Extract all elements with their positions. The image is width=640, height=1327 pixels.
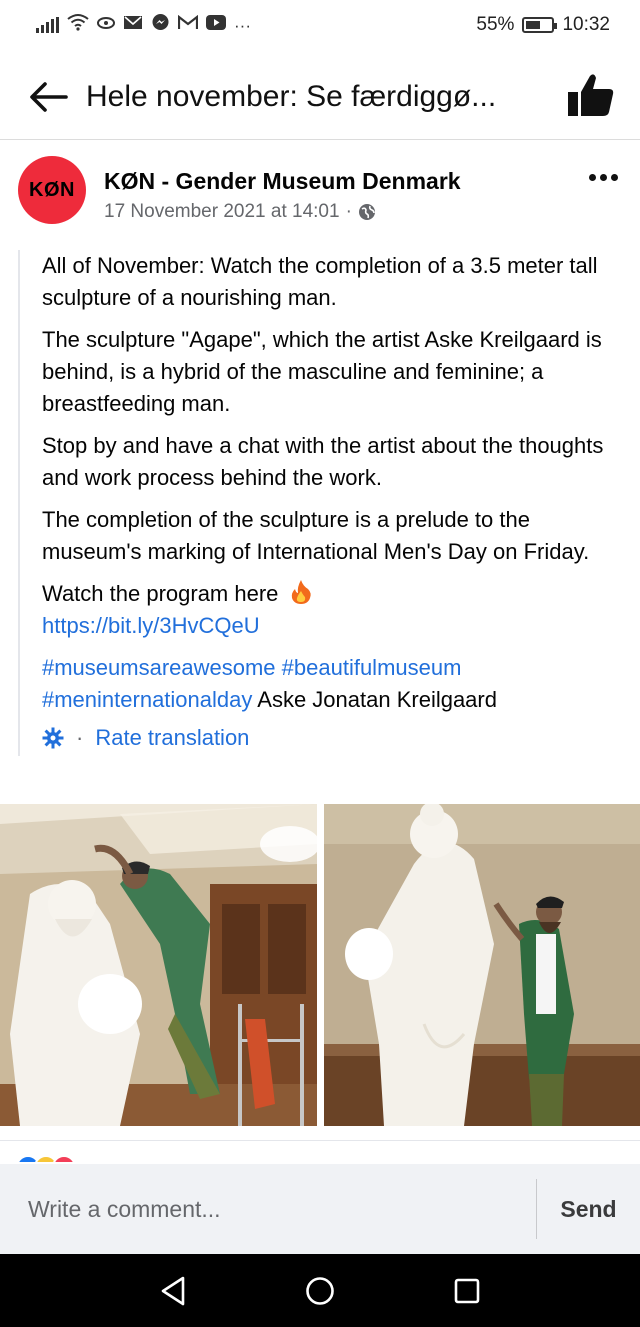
- battery-icon: [522, 17, 558, 33]
- arrow-left-icon: [30, 81, 68, 112]
- signal-icon: [36, 17, 59, 33]
- tagged-person-link[interactable]: Aske Jonatan Kreilgaard: [257, 687, 497, 712]
- back-button[interactable]: [18, 67, 78, 127]
- wifi-icon: [67, 13, 89, 37]
- hashtag-links[interactable]: #museumsareawesome #beautifulmuseum: [42, 655, 461, 680]
- hotspot-icon: [97, 14, 115, 36]
- gmail-icon: [177, 14, 199, 36]
- page-title: Hele november: Se færdiggø...: [86, 79, 497, 113]
- mail-icon: [123, 14, 143, 36]
- post-header: KØN KØN - Gender Museum Denmark 17 Novem…: [18, 156, 622, 226]
- battery-percent: 55%: [476, 14, 515, 35]
- hashtags-block: #museumsareawesome #beautifulmuseum #men…: [42, 652, 626, 716]
- rate-translation-row: · Rate translation: [42, 720, 626, 756]
- nav-home-button[interactable]: [295, 1266, 345, 1316]
- battery-fill: [526, 21, 540, 29]
- program-text: Watch the program here: [42, 581, 279, 606]
- hashtag-link[interactable]: #meninternationalday: [42, 687, 252, 712]
- comment-composer: Send: [0, 1164, 640, 1254]
- reaction-icons: [16, 1155, 76, 1162]
- post-paragraph: Stop by and have a chat with the artist …: [42, 433, 604, 490]
- gear-icon[interactable]: [42, 727, 64, 749]
- system-navbar: [0, 1254, 640, 1327]
- more-dot-icon: [600, 174, 607, 181]
- status-right: 55% 10:32: [476, 14, 610, 36]
- more-options-button[interactable]: [589, 174, 618, 181]
- status-icons: ···: [36, 13, 251, 38]
- more-dot-icon: [589, 174, 596, 181]
- reactions-bar[interactable]: [0, 1140, 640, 1162]
- post-meta: 17 November 2021 at 14:01 ·: [104, 201, 376, 223]
- program-block: Watch the program here https://bit.ly/3H…: [42, 578, 626, 642]
- page-header: Hele november: Se færdiggø...: [0, 54, 640, 140]
- nav-home-icon: [306, 1276, 334, 1305]
- post-paragraph: The completion of the sculpture is a pre…: [42, 507, 590, 564]
- rate-translation-link[interactable]: Rate translation: [95, 722, 249, 754]
- status-bar: ··· 55% 10:32: [0, 0, 640, 50]
- post-text: All of November: Watch the completion of…: [18, 250, 626, 756]
- meta-separator: ·: [345, 201, 352, 222]
- page-avatar[interactable]: KØN: [18, 156, 86, 224]
- globe-icon: [358, 204, 375, 220]
- youtube-icon: [206, 14, 226, 36]
- fire-emoji-icon: [291, 580, 311, 604]
- clock: 10:32: [562, 14, 610, 35]
- nav-recents-button[interactable]: [442, 1266, 492, 1316]
- page-name-link[interactable]: KØN - Gender Museum Denmark: [104, 168, 461, 195]
- nav-back-icon: [162, 1276, 185, 1305]
- love-reaction-icon: [52, 1155, 76, 1162]
- photo-artist-on-ladder[interactable]: [0, 804, 317, 1126]
- post-photos: [0, 804, 640, 1126]
- post-paragraph: The sculpture "Agape", which the artist …: [42, 327, 602, 416]
- photo-artist-beside-sculpture[interactable]: [324, 804, 640, 1126]
- rate-separator: ·: [76, 725, 84, 750]
- post-timestamp[interactable]: 17 November 2021 at 14:01: [104, 201, 340, 223]
- comment-input[interactable]: [0, 1164, 536, 1254]
- post-paragraph: All of November: Watch the completion of…: [42, 253, 598, 310]
- thumbs-up-icon: [568, 74, 614, 116]
- more-dot-icon: [611, 174, 618, 181]
- like-page-button[interactable]: [564, 68, 618, 122]
- messenger-icon: [151, 13, 170, 38]
- send-button[interactable]: Send: [537, 1196, 640, 1223]
- nav-back-button[interactable]: [148, 1266, 198, 1316]
- nav-recents-icon: [454, 1278, 479, 1303]
- more-notifications-icon: ···: [234, 15, 251, 35]
- program-link[interactable]: https://bit.ly/3HvCQeU: [42, 613, 260, 638]
